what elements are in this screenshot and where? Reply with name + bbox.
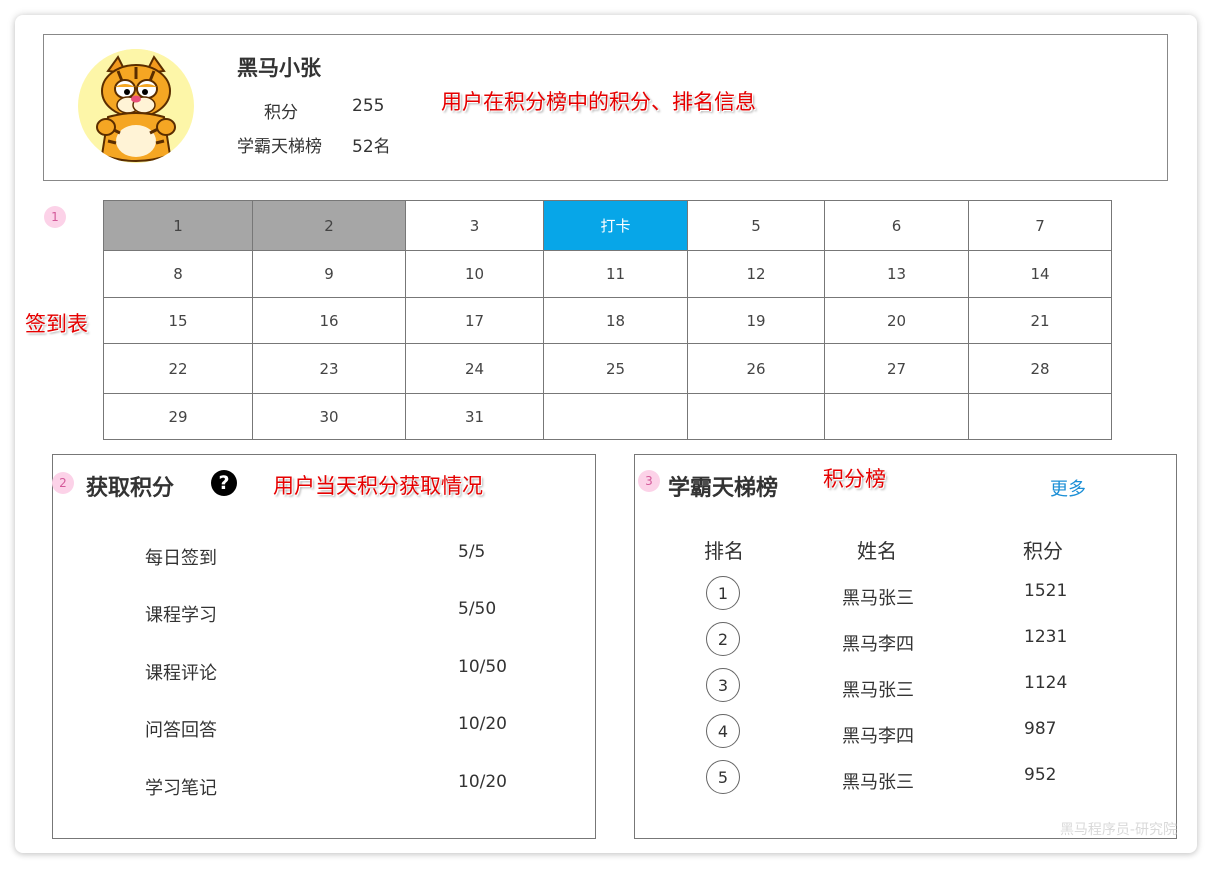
leaderboard-title: 学霸天梯榜 — [668, 476, 779, 501]
calendar-day: 30 — [252, 393, 406, 440]
calendar-day: 17 — [405, 297, 544, 344]
rank-label: 学霸天梯榜 — [237, 137, 322, 157]
earn-points-panel: 2 获取积分 ? 用户当天积分获取情况 每日签到 5/5 课程学习 5/50 课程评论 1… — [52, 454, 596, 839]
calendar-day: 7 — [968, 200, 1112, 251]
column-header-name: 姓名 — [857, 539, 897, 563]
leaderboard-row-name: 黑马张三 — [842, 680, 914, 701]
earn-item-name: 学习笔记 — [145, 778, 217, 799]
calendar-day: 15 — [103, 297, 253, 344]
column-header-points: 积分 — [1023, 539, 1063, 563]
earn-annotation: 用户当天积分获取情况 — [273, 474, 483, 498]
calendar-day-checked: 1 — [103, 200, 253, 251]
calendar-day: 22 — [103, 343, 253, 394]
rank-number-badge: 4 — [706, 714, 740, 748]
section-badge-2: 2 — [52, 472, 74, 494]
calendar-day: 31 — [405, 393, 544, 440]
rank-number-badge: 3 — [706, 668, 740, 702]
calendar-week-row: 8 9 10 11 12 13 14 — [103, 250, 1112, 298]
leaderboard-row-name: 黑马李四 — [842, 726, 914, 747]
section-badge-1: 1 — [44, 206, 66, 228]
points-value: 255 — [352, 96, 385, 116]
rank-number-badge: 1 — [706, 576, 740, 610]
calendar-day-checked: 2 — [252, 200, 406, 251]
calendar-week-row: 22 23 24 25 26 27 28 — [103, 343, 1112, 394]
avatar[interactable] — [78, 49, 194, 163]
earn-item-name: 课程评论 — [145, 663, 217, 684]
calendar-day: 18 — [543, 297, 688, 344]
earn-item-name: 问答回答 — [145, 720, 217, 741]
checkin-button[interactable]: 打卡 — [543, 200, 688, 251]
more-link[interactable]: 更多 — [1050, 475, 1086, 501]
leaderboard-row-points: 1231 — [1024, 627, 1068, 647]
calendar-day: 5 — [687, 200, 825, 251]
leaderboard-row-points: 952 — [1024, 765, 1057, 785]
earn-item-value: 5/50 — [458, 599, 497, 619]
leaderboard-row-name: 黑马张三 — [842, 772, 914, 793]
calendar-day: 16 — [252, 297, 406, 344]
column-header-rank: 排名 — [704, 539, 744, 563]
earn-item-value: 10/20 — [458, 714, 507, 734]
earn-item-name: 每日签到 — [145, 548, 217, 569]
profile-annotation: 用户在积分榜中的积分、排名信息 — [441, 90, 756, 114]
calendar-week-row: 1 2 3 打卡 5 6 7 — [103, 200, 1112, 251]
calendar-day: 20 — [824, 297, 969, 344]
earn-item-name: 课程学习 — [145, 605, 217, 626]
calendar-day: 11 — [543, 250, 688, 298]
calendar-empty-cell — [687, 393, 825, 440]
calendar-day: 24 — [405, 343, 544, 394]
earn-item-value: 10/50 — [458, 657, 507, 677]
leaderboard-row-points: 987 — [1024, 719, 1057, 739]
calendar-day: 26 — [687, 343, 825, 394]
checkin-table-annotation: 签到表 — [25, 312, 88, 336]
earn-item-value: 5/5 — [458, 542, 486, 562]
rank-value: 52名 — [352, 137, 391, 157]
calendar-day: 12 — [687, 250, 825, 298]
calendar-day: 14 — [968, 250, 1112, 298]
leaderboard-row-points: 1124 — [1024, 673, 1068, 693]
rank-number-badge: 5 — [706, 760, 740, 794]
leaderboard-row-name: 黑马李四 — [842, 634, 914, 655]
calendar-day: 21 — [968, 297, 1112, 344]
calendar-day: 8 — [103, 250, 253, 298]
calendar-day: 19 — [687, 297, 825, 344]
leaderboard-row-name: 黑马张三 — [842, 588, 914, 609]
checkin-calendar: 1 2 3 打卡 5 6 7 8 9 10 11 12 13 14 15 16 17 18 19 20 21 22 23 24… — [103, 200, 1112, 440]
calendar-day: 29 — [103, 393, 253, 440]
watermark: 黑马程序员-研究院 — [1059, 822, 1177, 838]
rank-number-badge: 2 — [706, 622, 740, 656]
calendar-empty-cell — [824, 393, 969, 440]
leaderboard-panel: 3 学霸天梯榜 积分榜 更多 排名 姓名 积分 1 黑马张三 1521 2 黑马李四 12… — [634, 454, 1177, 839]
leaderboard-annotation: 积分榜 — [823, 467, 886, 491]
calendar-empty-cell — [968, 393, 1112, 440]
calendar-day: 10 — [405, 250, 544, 298]
calendar-day: 3 — [405, 200, 544, 251]
calendar-week-row: 15 16 17 18 19 20 21 — [103, 297, 1112, 344]
calendar-day: 25 — [543, 343, 688, 394]
earn-item-value: 10/20 — [458, 772, 507, 792]
canvas-frame: 黑马小张 积分 255 学霸天梯榜 52名 用户在积分榜中的积分、排名信息 1 … — [15, 15, 1197, 853]
calendar-day: 6 — [824, 200, 969, 251]
question-circle-icon[interactable]: ? — [211, 470, 237, 496]
username: 黑马小张 — [237, 56, 321, 80]
calendar-day: 28 — [968, 343, 1112, 394]
calendar-week-row: 29 30 31 — [103, 393, 1112, 440]
calendar-day: 23 — [252, 343, 406, 394]
leaderboard-row-points: 1521 — [1024, 581, 1068, 601]
calendar-day: 9 — [252, 250, 406, 298]
calendar-day: 27 — [824, 343, 969, 394]
points-label: 积分 — [264, 103, 298, 123]
calendar-day: 13 — [824, 250, 969, 298]
profile-card: 黑马小张 积分 255 学霸天梯榜 52名 用户在积分榜中的积分、排名信息 — [43, 34, 1168, 181]
calendar-empty-cell — [543, 393, 688, 440]
garfield-avatar-icon — [79, 49, 193, 163]
section-badge-3: 3 — [638, 470, 660, 492]
earn-points-title: 获取积分 — [86, 476, 175, 501]
